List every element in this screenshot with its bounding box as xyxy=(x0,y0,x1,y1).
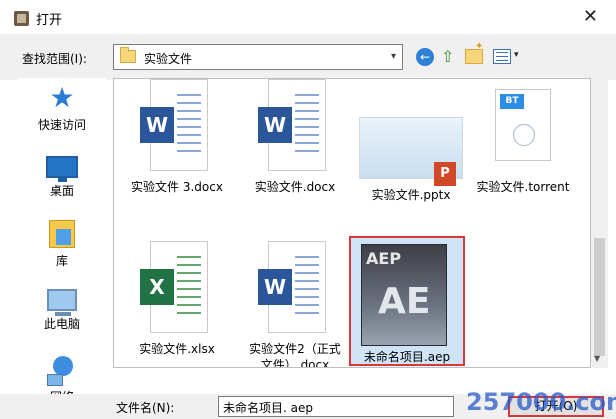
close-icon[interactable]: ✕ xyxy=(583,6,598,27)
watermark-text: 257000.com xyxy=(466,388,616,416)
up-folder-icon[interactable]: ⇧ xyxy=(441,47,459,67)
file-name: 实验文件2（正式文件）.docx xyxy=(249,342,341,368)
word-document-icon: W xyxy=(258,79,332,179)
sidebar-item-label: 桌面 xyxy=(49,184,74,198)
word-document-icon: W xyxy=(258,241,332,341)
title-bar: 打开 ✕ xyxy=(0,0,616,34)
file-item[interactable]: P 实验文件.pptx xyxy=(352,79,470,203)
look-in-combobox[interactable]: 实验文件 ▾ xyxy=(113,44,403,70)
this-pc-icon xyxy=(47,289,77,316)
file-name: 实验文件.pptx xyxy=(371,188,451,202)
view-menu-chevron-icon[interactable]: ▾ xyxy=(514,50,519,60)
file-name: 实验文件.torrent xyxy=(476,180,570,194)
scrollbar-thumb[interactable] xyxy=(594,238,605,356)
file-list-pane[interactable]: W 实验文件 3.docx W 实验文件.docx P 实验文件.pptx BT… xyxy=(113,78,591,368)
vertical-scrollbar[interactable]: ▼ xyxy=(591,78,608,368)
folder-icon xyxy=(120,47,136,63)
sidebar-item-quick-access[interactable]: ★ 快速访问 xyxy=(18,84,106,133)
file-item[interactable]: W 实验文件 3.docx xyxy=(118,79,236,195)
sidebar-item-desktop[interactable]: 桌面 xyxy=(18,152,106,199)
file-name: 实验文件.xlsx xyxy=(139,342,215,356)
word-document-icon: W xyxy=(140,79,214,179)
excel-spreadsheet-icon: X xyxy=(140,241,214,341)
view-menu-icon[interactable] xyxy=(493,49,511,64)
back-arrow-icon[interactable]: ← xyxy=(416,48,434,66)
window-title: 打开 xyxy=(36,13,63,28)
new-folder-icon[interactable] xyxy=(465,41,483,64)
filename-input[interactable]: 未命名项目. aep xyxy=(218,396,454,417)
sidebar-item-label: 此电脑 xyxy=(43,317,80,331)
file-item-selected[interactable]: AEP AE 未命名项目.aep xyxy=(349,236,465,366)
sidebar-item-this-pc[interactable]: 此电脑 xyxy=(18,286,106,332)
file-item[interactable]: X 实验文件.xlsx xyxy=(118,241,236,357)
after-effects-project-icon: AEP AE xyxy=(361,244,447,346)
file-item[interactable]: W 实验文件.docx xyxy=(236,79,354,195)
desktop-icon xyxy=(46,156,78,182)
quick-access-star-icon: ★ xyxy=(49,81,75,114)
toolbar: 查找范围(I): 实验文件 ▾ ← ⇧ ▾ xyxy=(0,34,616,80)
sidebar-item-label: 库 xyxy=(55,254,68,268)
sidebar-item-label: 快速访问 xyxy=(37,118,86,132)
scroll-down-icon[interactable]: ▼ xyxy=(594,354,600,363)
filename-label: 文件名(N): xyxy=(116,401,175,415)
sidebar-item-library[interactable]: 库 xyxy=(18,220,106,269)
file-item[interactable]: W 实验文件2（正式文件）.docx xyxy=(236,241,354,368)
file-item[interactable]: BT 实验文件.torrent xyxy=(464,79,582,195)
chevron-down-icon[interactable]: ▾ xyxy=(391,51,396,62)
places-sidebar: ★ 快速访问 桌面 库 此电脑 网络 xyxy=(18,78,106,412)
torrent-file-icon: BT xyxy=(495,89,551,161)
app-icon xyxy=(14,11,29,26)
file-name: 实验文件 3.docx xyxy=(131,180,223,194)
library-icon xyxy=(49,220,75,248)
powerpoint-thumbnail-icon: P xyxy=(359,117,463,186)
look-in-label: 查找范围(I): xyxy=(22,52,87,66)
file-name: 实验文件.docx xyxy=(254,180,336,194)
current-folder-name: 实验文件 xyxy=(144,52,193,66)
file-name: 未命名项目.aep xyxy=(363,350,451,364)
network-icon xyxy=(47,356,77,386)
